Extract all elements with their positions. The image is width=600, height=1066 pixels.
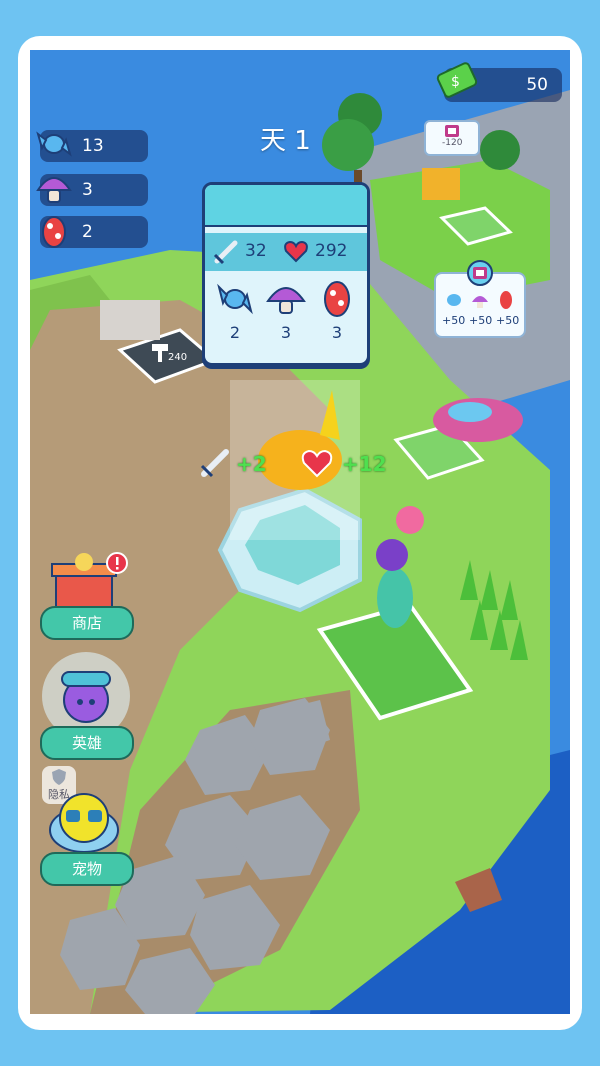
reward-candy: +50 <box>442 314 466 327</box>
hero-button[interactable]: 英雄 <box>40 650 134 760</box>
egg-value: 2 <box>82 222 93 242</box>
stats-card: 32 292 2 3 3 <box>202 182 370 366</box>
candy-count: 2 <box>229 323 241 342</box>
loot-candy <box>448 402 492 422</box>
pet-button[interactable]: 宠物 <box>40 780 134 890</box>
notification-badge <box>106 552 128 574</box>
reward-mushroom: +50 <box>469 314 493 327</box>
build-cost-text: 240 <box>168 352 188 363</box>
money-icon: $ <box>436 62 478 98</box>
egg-icon <box>42 216 66 248</box>
health-value: 292 <box>315 241 348 261</box>
mushroom-icon <box>36 177 72 203</box>
yellow-chest[interactable] <box>422 168 460 200</box>
shop-label: 商店 <box>40 606 134 640</box>
hero-label: 英雄 <box>40 726 134 760</box>
mushroom-icon <box>266 287 306 314</box>
egg-counter: 2 <box>40 216 148 248</box>
video-ad-icon <box>467 260 493 286</box>
attack-value: 32 <box>245 241 267 261</box>
hero-head <box>376 539 408 571</box>
candy-counter: 13 <box>36 130 148 162</box>
candy-value: 13 <box>82 136 104 156</box>
stone-blocks <box>100 300 160 340</box>
candy-icon <box>217 283 253 315</box>
sword-icon <box>213 240 238 265</box>
ad-reward-bubble[interactable]: +50 +50 +50 <box>434 260 526 338</box>
candy-icon <box>36 131 72 157</box>
health-gain-text: +12 <box>342 452 387 476</box>
money-cost-bubble: -120 <box>424 120 480 156</box>
carried-mushroom <box>396 506 424 534</box>
shop-button[interactable]: 商店 <box>40 550 134 640</box>
day-label: 天 1 <box>260 126 311 156</box>
egg-count: 3 <box>331 323 343 342</box>
reward-icons <box>447 291 512 309</box>
pet-icon <box>49 793 119 853</box>
mushroom-count: 3 <box>280 323 292 342</box>
stats-row: 32 292 <box>205 233 367 271</box>
money-counter: $ 50 <box>436 62 562 102</box>
attack-gain-text: +2 <box>236 452 267 476</box>
heart-icon <box>301 449 333 478</box>
svg-text:$: $ <box>451 74 460 90</box>
game-screen[interactable]: -120 240 $ 50 天 1 13 3 2 32 292 2 3 3 +5… <box>30 50 570 1014</box>
heart-icon <box>284 240 308 263</box>
sword-icon <box>200 449 229 478</box>
hero-character <box>377 568 413 628</box>
egg-icon <box>324 281 350 317</box>
pet-label: 宠物 <box>40 852 134 886</box>
stats-card-header <box>205 185 367 227</box>
money-cost-text: -120 <box>442 138 463 148</box>
mushroom-counter: 3 <box>36 174 148 206</box>
reward-egg: +50 <box>496 314 520 327</box>
money-value: 50 <box>526 75 548 95</box>
mushroom-value: 3 <box>82 180 93 200</box>
video-icon <box>445 125 459 137</box>
